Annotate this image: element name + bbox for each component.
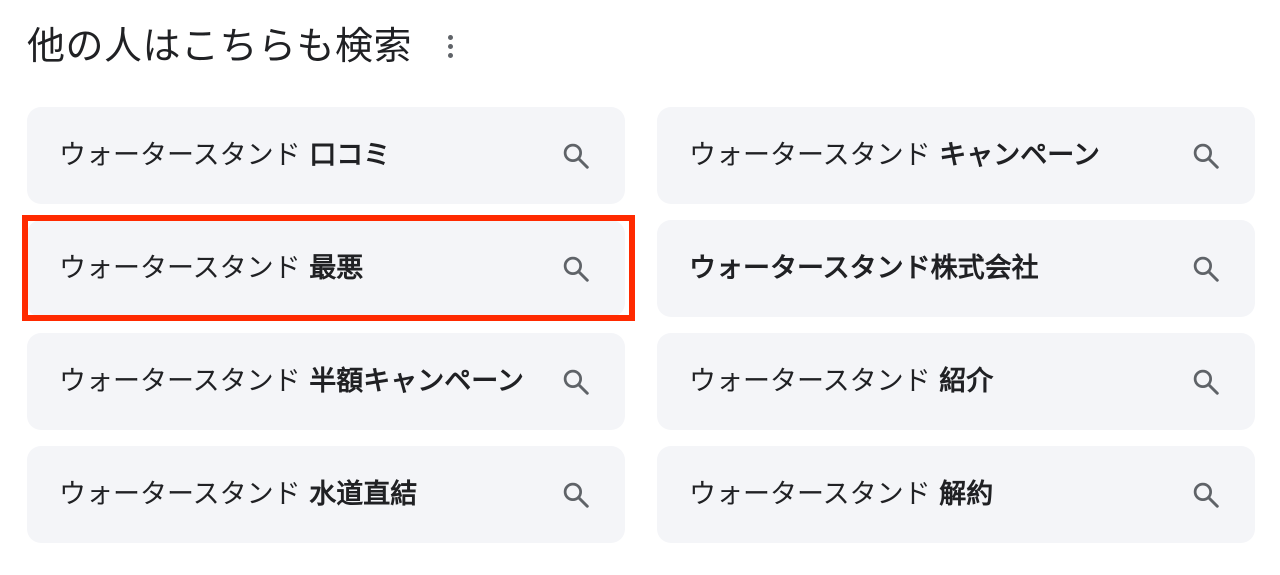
search-icon xyxy=(1193,482,1219,508)
suggestion-text: ウォータースタンド 口コミ xyxy=(59,139,391,171)
suggestion-text: ウォータースタンド キャンペーン xyxy=(689,139,1100,171)
suggestion-chip-kuchikomi[interactable]: ウォータースタンド 口コミ xyxy=(27,107,625,204)
suggestion-text: ウォータースタンド 解約 xyxy=(689,478,994,510)
suggestion-grid: ウォータースタンド 口コミ ウォータースタンド キャンペーン ウォータースタンド… xyxy=(27,107,1255,543)
suggestion-chip-campaign[interactable]: ウォータースタンド キャンペーン xyxy=(657,107,1255,204)
search-icon xyxy=(1193,143,1219,169)
suggestion-text: ウォータースタンド 水道直結 xyxy=(59,478,418,510)
suggestion-chip-saiaku[interactable]: ウォータースタンド 最悪 xyxy=(27,220,625,317)
search-icon xyxy=(1193,256,1219,282)
more-vert-icon[interactable] xyxy=(440,26,460,66)
suggestion-chip-referral[interactable]: ウォータースタンド 紹介 xyxy=(657,333,1255,430)
search-icon xyxy=(563,256,589,282)
suggestion-text: ウォータースタンド 紹介 xyxy=(689,365,994,397)
search-icon xyxy=(563,369,589,395)
suggestion-chip-company[interactable]: ウォータースタンド株式会社 xyxy=(657,220,1255,317)
suggestion-text: ウォータースタンド 半額キャンペーン xyxy=(59,365,524,397)
suggestion-chip-cancellation[interactable]: ウォータースタンド 解約 xyxy=(657,446,1255,543)
people-also-search-section: 他の人はこちらも検索 ウォータースタンド 口コミ ウォータースタンド キャンペー… xyxy=(0,0,1280,575)
search-icon xyxy=(563,143,589,169)
suggestion-text: ウォータースタンド 最悪 xyxy=(59,252,364,284)
suggestion-text: ウォータースタンド株式会社 xyxy=(689,252,1039,284)
section-title: 他の人はこちらも検索 xyxy=(27,24,413,68)
search-icon xyxy=(563,482,589,508)
suggestion-chip-direct-plumbing[interactable]: ウォータースタンド 水道直結 xyxy=(27,446,625,543)
section-header: 他の人はこちらも検索 xyxy=(27,20,460,72)
suggestion-chip-half-price-campaign[interactable]: ウォータースタンド 半額キャンペーン xyxy=(27,333,625,430)
search-icon xyxy=(1193,369,1219,395)
